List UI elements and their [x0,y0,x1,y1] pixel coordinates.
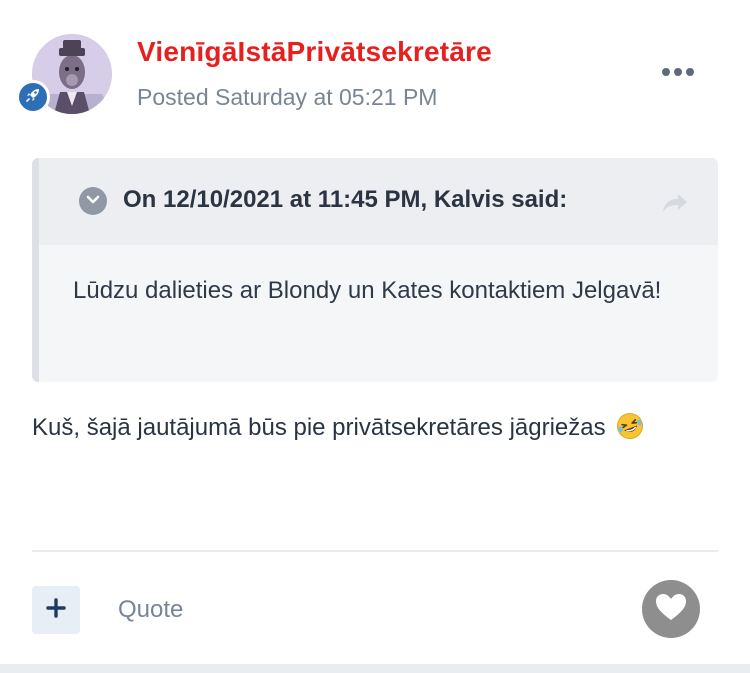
ellipsis-icon [686,68,694,76]
author-name[interactable]: VienīgāIstāPrivātsekretāre [137,36,492,68]
quote-left-border [32,158,39,382]
divider [32,550,718,552]
chevron-down-icon [86,192,100,210]
like-button[interactable] [642,580,700,638]
quote-text: Lūdzu dalieties ar Blondy un Kates konta… [73,277,662,304]
multiquote-add-button[interactable] [32,586,80,634]
post-timestamp: Posted Saturday at 05:21 PM [137,84,438,110]
share-arrow-icon [660,194,690,219]
author-avatar-wrapper[interactable] [16,34,112,114]
quote-citation: On 12/10/2021 at 11:45 PM, Kalvis said: [123,186,568,213]
ellipsis-icon [662,68,670,76]
post-content: Kuš, šajā jautājumā būs pie privātsekret… [32,408,718,453]
post-text: Kuš, šajā jautājumā būs pie privātsekret… [32,414,606,441]
more-options-button[interactable] [656,56,700,88]
quote-header: On 12/10/2021 at 11:45 PM, Kalvis said: [39,158,718,245]
quote-toggle-button[interactable] [79,187,107,215]
plus-icon [46,597,66,623]
quote-share-button[interactable] [660,191,690,215]
rofl-emoji-icon [616,412,644,453]
rocket-icon [25,87,41,108]
heart-icon [654,592,688,627]
bottom-separator [0,664,750,673]
rank-badge [16,80,50,114]
quote-button[interactable]: Quote [118,596,183,624]
quote-block: On 12/10/2021 at 11:45 PM, Kalvis said: … [32,158,718,382]
ellipsis-icon [674,68,682,76]
